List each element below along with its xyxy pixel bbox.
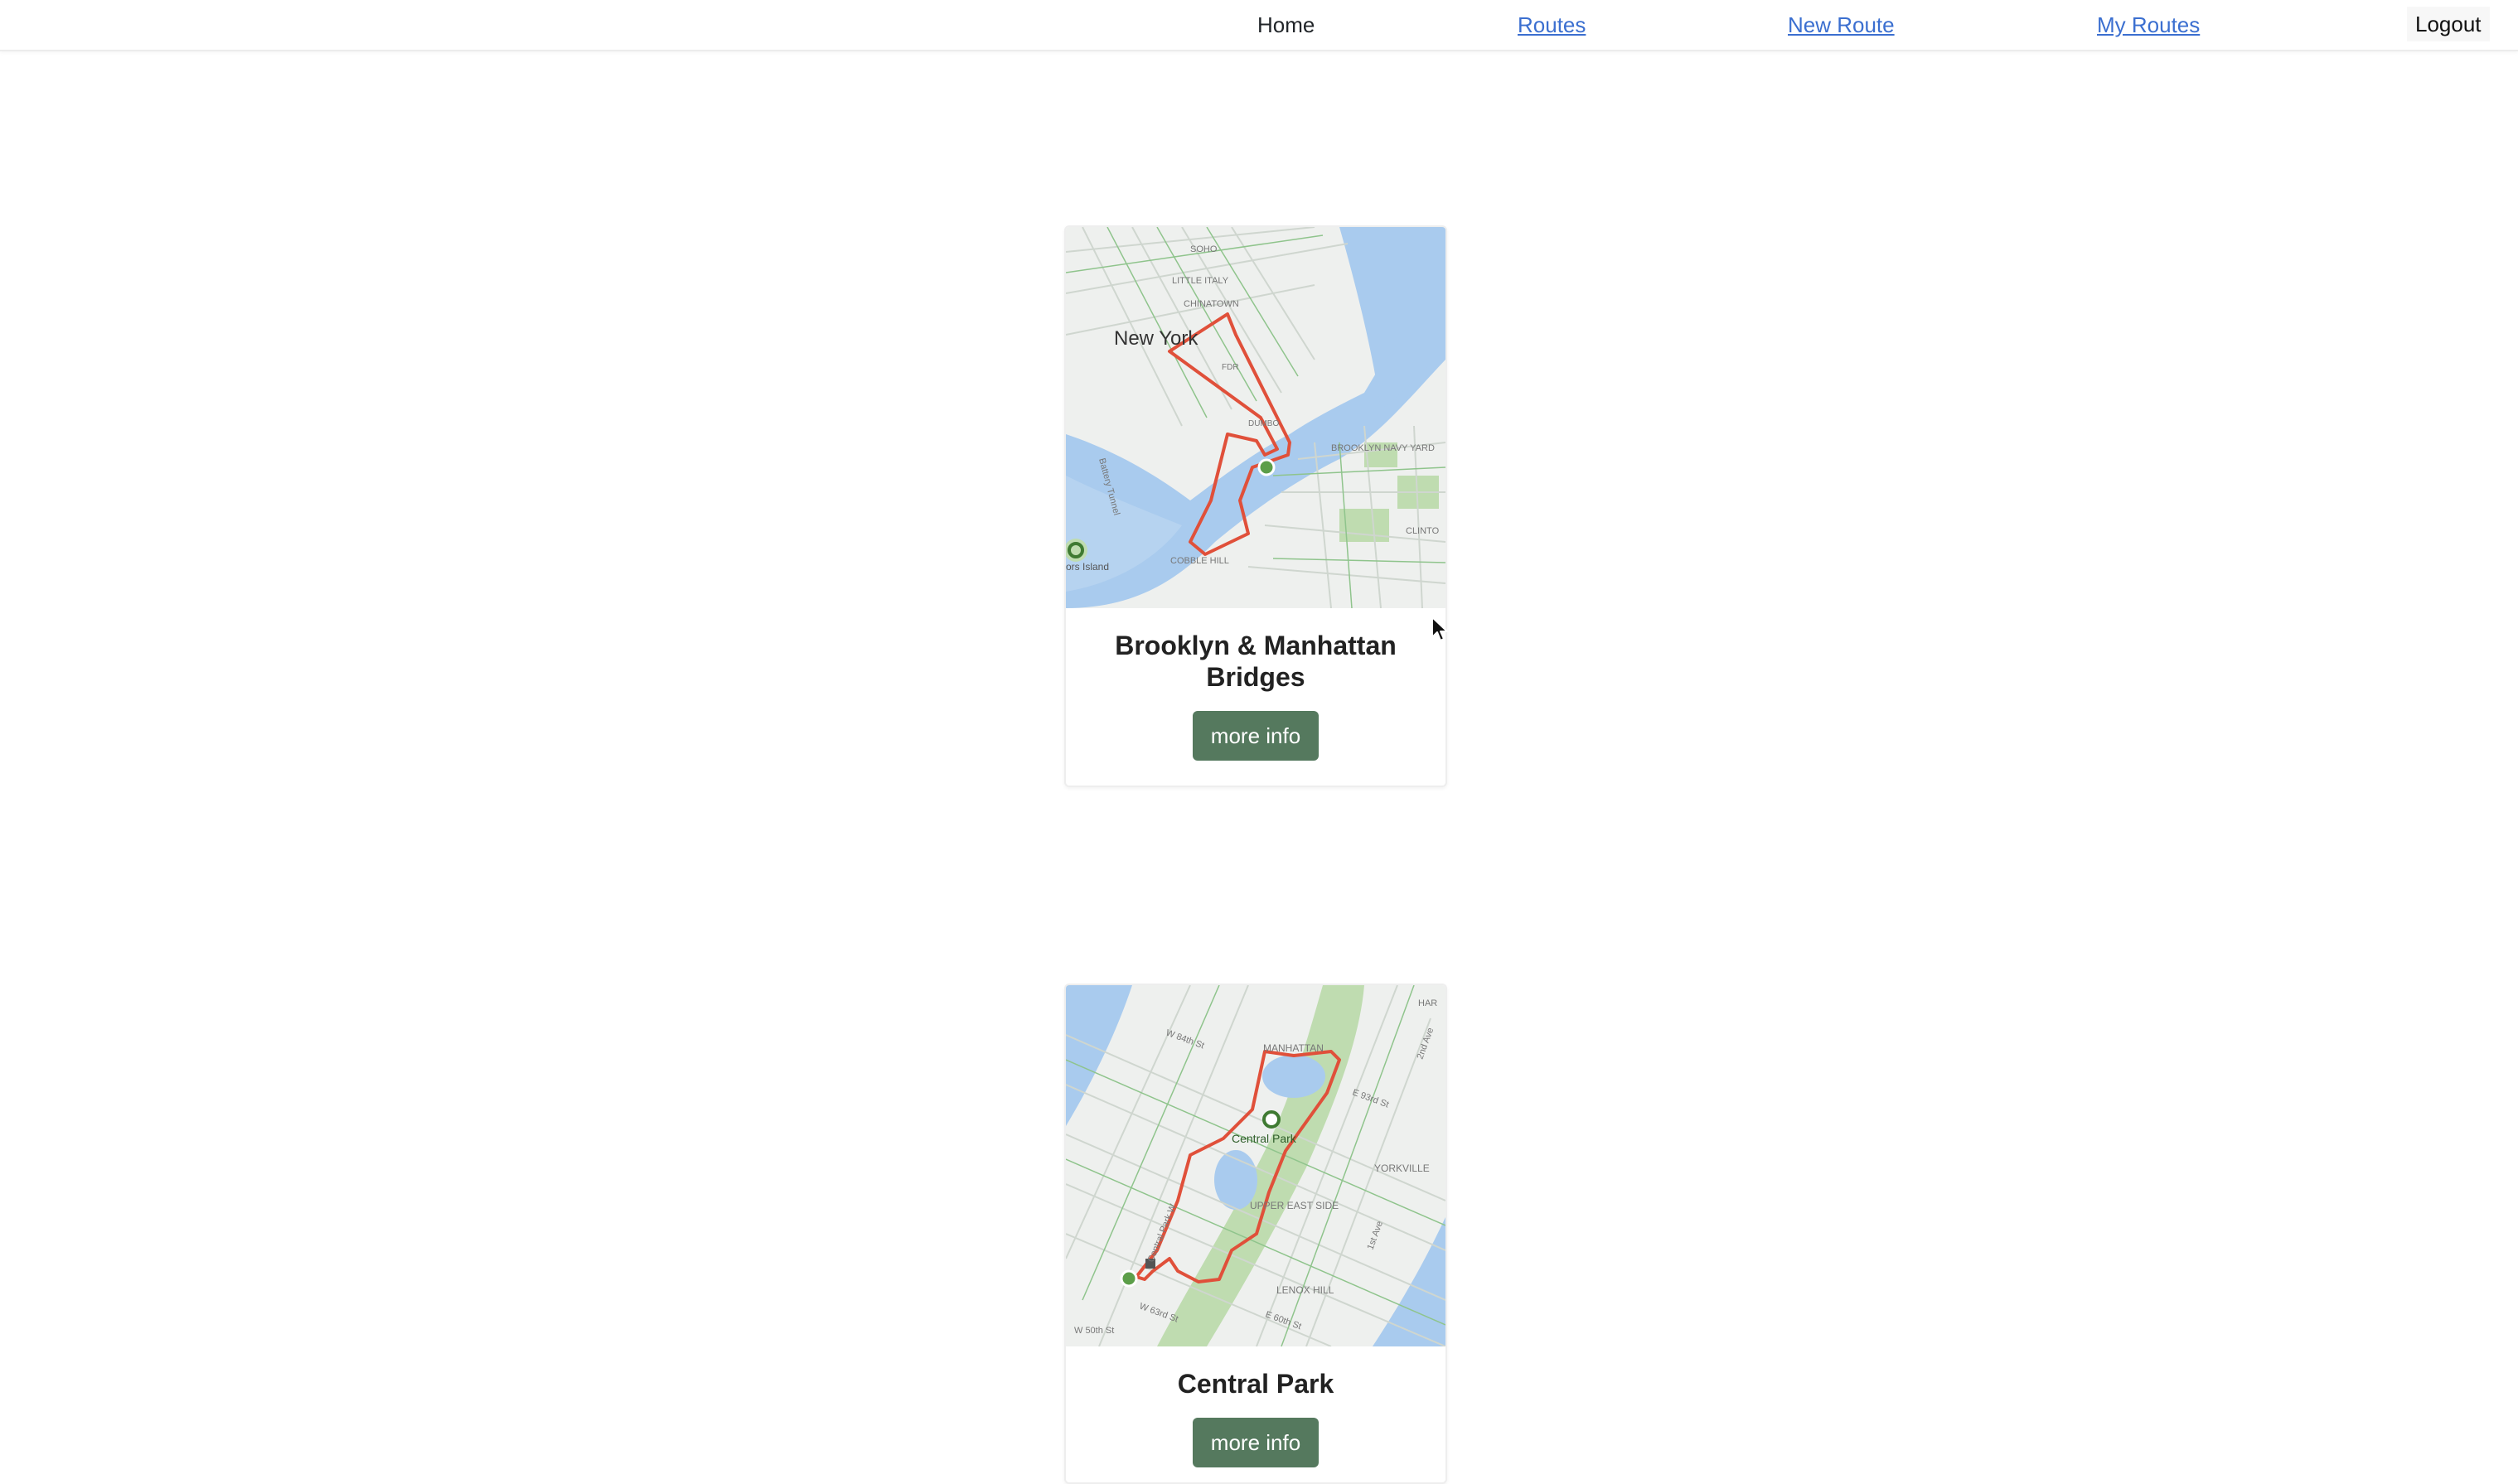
svg-text:COBBLE HILL: COBBLE HILL [1170, 556, 1229, 566]
svg-text:BROOKLYN NAVY YARD: BROOKLYN NAVY YARD [1331, 443, 1435, 453]
svg-text:HAR: HAR [1418, 998, 1437, 1008]
svg-text:CLINTO: CLINTO [1406, 526, 1440, 536]
nav-routes-link[interactable]: Routes [1518, 12, 1586, 38]
svg-text:DUMBO: DUMBO [1248, 419, 1279, 428]
svg-text:W 50th St: W 50th St [1074, 1326, 1114, 1336]
route-card-brooklyn: New York SOHO LITTLE ITALY CHINATOWN FDR… [1064, 225, 1447, 787]
route-title: Central Park [1177, 1369, 1334, 1399]
route-title: Brooklyn & Manhattan Bridges [1115, 631, 1397, 692]
svg-text:CHINATOWN: CHINATOWN [1184, 299, 1239, 309]
nav-new-route-link[interactable]: New Route [1788, 12, 1895, 38]
nav-my-routes-link[interactable]: My Routes [2097, 12, 2200, 38]
top-navbar: Home Routes New Route My Routes Logout [0, 0, 2518, 51]
svg-text:FDR: FDR [1222, 363, 1239, 372]
nav-home-link[interactable]: Home [1257, 12, 1315, 38]
svg-text:LITTLE ITALY: LITTLE ITALY [1172, 276, 1229, 286]
svg-text:YORKVILLE: YORKVILLE [1374, 1163, 1430, 1174]
route-card-central-park: Central Park MANHATTAN UPPER EAST SIDE Y… [1064, 984, 1447, 1484]
svg-text:UPPER EAST SIDE: UPPER EAST SIDE [1250, 1200, 1339, 1211]
svg-text:MANHATTAN: MANHATTAN [1263, 1042, 1324, 1054]
map-label-city: New York [1114, 327, 1198, 350]
more-info-button[interactable]: more info [1193, 1418, 1319, 1467]
svg-text:ors Island: ors Island [1066, 561, 1109, 573]
route-map-brooklyn[interactable]: New York SOHO LITTLE ITALY CHINATOWN FDR… [1066, 227, 1445, 608]
logout-button[interactable]: Logout [2407, 7, 2490, 41]
more-info-button[interactable]: more info [1193, 711, 1319, 761]
svg-text:Central Park: Central Park [1232, 1132, 1297, 1145]
svg-text:LENOX HILL: LENOX HILL [1276, 1284, 1334, 1296]
mouse-cursor-icon [1431, 616, 1448, 641]
svg-text:SOHO: SOHO [1190, 244, 1218, 254]
route-map-central-park[interactable]: Central Park MANHATTAN UPPER EAST SIDE Y… [1066, 985, 1445, 1346]
